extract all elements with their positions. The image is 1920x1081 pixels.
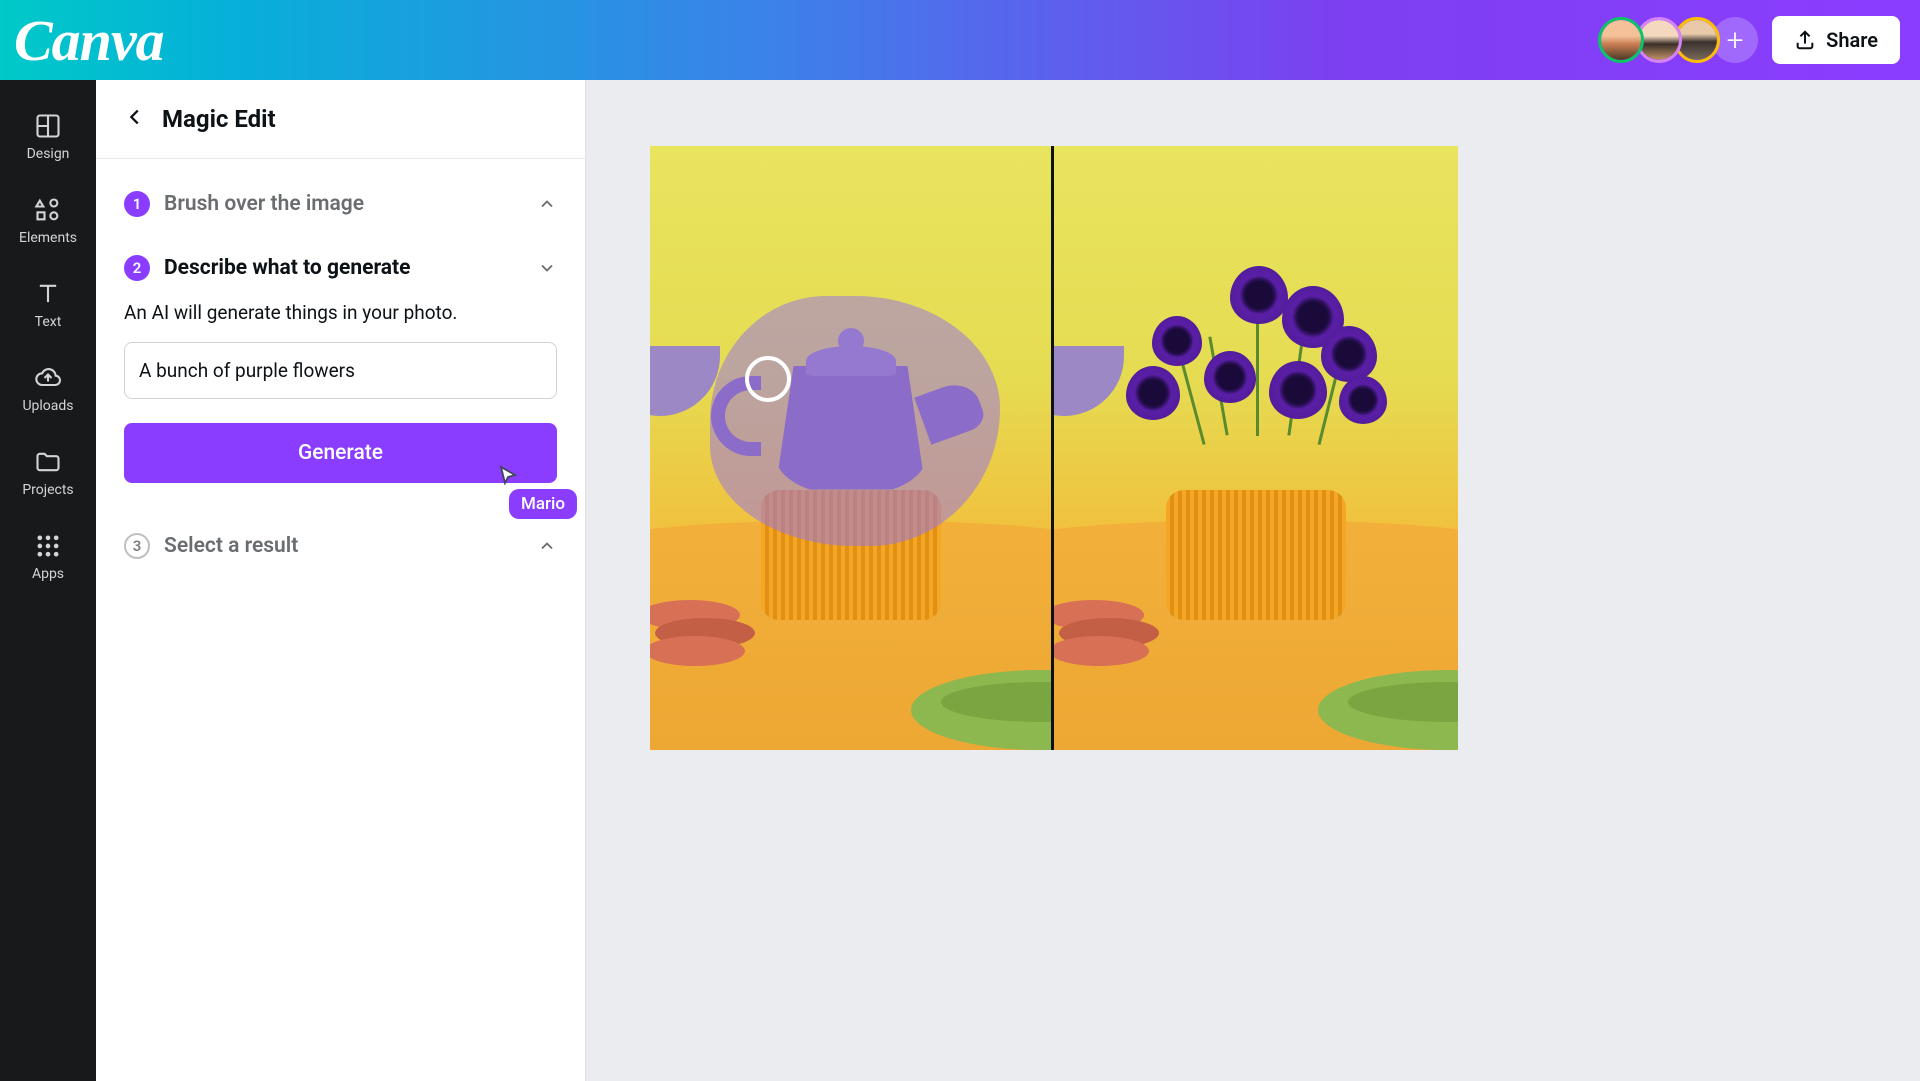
text-icon — [34, 280, 62, 308]
sidebar-item-label: Elements — [19, 230, 77, 246]
generated-flowers — [1126, 256, 1386, 456]
sidebar-item-uploads[interactable]: Uploads — [0, 350, 96, 434]
canvas-before-image[interactable] — [650, 146, 1054, 750]
canvas-comparison — [650, 146, 1920, 750]
chevron-up-icon — [537, 536, 557, 556]
step-brush: 1 Brush over the image — [124, 177, 557, 231]
step-select: 3 Select a result — [124, 519, 557, 573]
sidebar-item-design[interactable]: Design — [0, 98, 96, 182]
step-describe: 2 Describe what to generate An AI will g… — [124, 241, 557, 483]
avatar[interactable] — [1598, 17, 1644, 63]
sidebar-item-label: Design — [27, 146, 70, 162]
magic-edit-panel: Magic Edit 1 Brush over the image 2 Desc… — [96, 80, 586, 1081]
step-number-badge: 2 — [124, 255, 150, 281]
back-button[interactable] — [120, 102, 150, 136]
chevron-up-icon — [537, 194, 557, 214]
sidebar-item-label: Projects — [22, 482, 73, 498]
layout-icon — [34, 112, 62, 140]
step-content: An AI will generate things in your photo… — [124, 295, 557, 483]
main-layout: Design Elements Text Uploads Projects Ap… — [0, 80, 1920, 1081]
sidebar-item-projects[interactable]: Projects — [0, 434, 96, 518]
step-header[interactable]: 2 Describe what to generate — [124, 241, 557, 295]
prompt-input[interactable] — [124, 342, 557, 399]
sidebar-item-label: Text — [35, 314, 62, 330]
chevron-down-icon — [537, 258, 557, 278]
chevron-left-icon — [124, 106, 146, 128]
sidebar-item-text[interactable]: Text — [0, 266, 96, 350]
header-actions: + Share — [1606, 16, 1900, 64]
upload-icon — [1794, 29, 1816, 51]
app-header: Canva + Share — [0, 0, 1920, 80]
plus-icon: + — [1727, 23, 1744, 58]
share-label: Share — [1826, 28, 1878, 52]
collaborator-cursor: Mario — [499, 465, 577, 519]
panel-title: Magic Edit — [162, 105, 276, 133]
step-label: Select a result — [164, 534, 298, 558]
step-label: Describe what to generate — [164, 256, 410, 280]
sidebar-item-elements[interactable]: Elements — [0, 182, 96, 266]
folder-icon — [34, 448, 62, 476]
cursor-user-label: Mario — [509, 489, 577, 519]
panel-body: 1 Brush over the image 2 Describe what t… — [96, 159, 585, 601]
sidebar-item-label: Apps — [32, 566, 64, 582]
step-header[interactable]: 1 Brush over the image — [124, 177, 557, 231]
sidebar-item-label: Uploads — [22, 398, 73, 414]
canvas-after-image[interactable] — [1054, 146, 1458, 750]
canva-logo[interactable]: Canva — [14, 7, 164, 74]
step-number-badge: 3 — [124, 533, 150, 559]
panel-header: Magic Edit — [96, 80, 585, 159]
sidebar-item-apps[interactable]: Apps — [0, 518, 96, 602]
generate-label: Generate — [298, 441, 383, 465]
shapes-icon — [34, 196, 62, 224]
brush-cursor-icon — [745, 356, 791, 402]
cursor-icon — [499, 465, 517, 487]
collaborator-avatars: + — [1606, 17, 1758, 63]
step-description: An AI will generate things in your photo… — [124, 301, 557, 324]
share-button[interactable]: Share — [1772, 16, 1900, 64]
cloud-upload-icon — [34, 364, 62, 392]
apps-grid-icon — [34, 532, 62, 560]
step-header[interactable]: 3 Select a result — [124, 519, 557, 573]
step-number-badge: 1 — [124, 191, 150, 217]
step-label: Brush over the image — [164, 192, 364, 216]
left-sidebar: Design Elements Text Uploads Projects Ap… — [0, 80, 96, 1081]
generate-button[interactable]: Generate Mario — [124, 423, 557, 483]
canvas-area[interactable] — [586, 80, 1920, 1081]
teapot-object — [741, 316, 961, 496]
